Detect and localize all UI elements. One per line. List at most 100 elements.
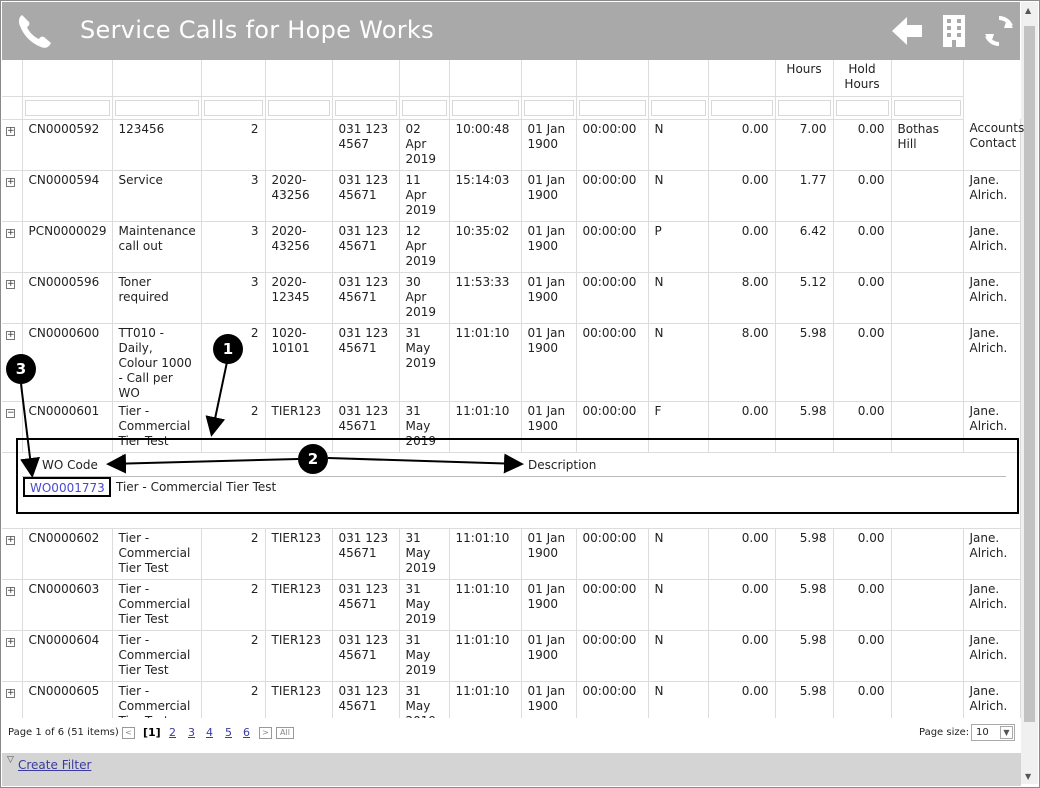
expand-cell[interactable]: +	[2, 170, 23, 222]
cell-site	[891, 272, 964, 324]
expand-icon[interactable]: +	[6, 177, 15, 187]
filter-cell[interactable]	[201, 96, 266, 120]
col-header-date[interactable]	[399, 60, 450, 97]
filter-cell[interactable]	[332, 96, 400, 120]
page-title: Service Calls for Hope Works	[80, 16, 434, 44]
page-size-select[interactable]: 10 ▼	[971, 724, 1015, 741]
filter-input[interactable]	[114, 99, 199, 116]
col-header-status[interactable]	[648, 60, 709, 97]
cell-time2: 00:00:00	[576, 579, 649, 631]
table-row[interactable]: + CN0000596 Toner required 3 2020-12345 031 1…	[2, 272, 1021, 324]
pager-page-4[interactable]: 4	[206, 726, 213, 739]
col-header-time2[interactable]	[576, 60, 649, 97]
collapse-icon[interactable]: −	[6, 408, 15, 418]
expand-icon[interactable]: +	[6, 330, 15, 340]
cell-hold: 0.00	[833, 170, 892, 222]
filter-cell[interactable]	[449, 96, 522, 120]
table-row[interactable]: + CN0000604 Tier - Commercial Tier Test 2 TI…	[2, 630, 1021, 682]
filter-cell[interactable]	[576, 96, 649, 120]
pager-all-button[interactable]: All	[276, 727, 294, 739]
col-header-priority[interactable]	[201, 60, 266, 97]
cell-hold: 0.00	[833, 528, 892, 580]
scroll-thumb[interactable]	[1024, 26, 1035, 722]
pager-page-3[interactable]: 3	[188, 726, 195, 739]
vertical-scrollbar[interactable]: ▲ ▼	[1021, 2, 1038, 784]
filter-cell[interactable]	[265, 96, 333, 120]
filter-cell[interactable]	[891, 96, 964, 120]
scroll-down-icon[interactable]: ▼	[1025, 772, 1031, 781]
pager-prev-button[interactable]: <	[122, 727, 135, 739]
filter-cell[interactable]	[648, 96, 709, 120]
col-header-hours[interactable]: Hours	[775, 60, 834, 97]
expand-icon[interactable]: +	[6, 535, 15, 545]
back-arrow-icon[interactable]	[890, 14, 924, 48]
expand-cell[interactable]: +	[2, 528, 23, 580]
filter-cell[interactable]	[112, 96, 202, 120]
scroll-up-icon[interactable]: ▲	[1025, 6, 1031, 15]
wo-code-link[interactable]: WO0001773	[23, 477, 111, 497]
filter-input[interactable]	[777, 99, 831, 116]
expand-cell[interactable]: +	[2, 119, 23, 171]
expand-cell[interactable]: +	[2, 630, 23, 682]
cell-time2: 00:00:00	[576, 119, 649, 171]
filter-input[interactable]	[401, 99, 447, 116]
expand-icon[interactable]: +	[6, 126, 15, 136]
filter-input[interactable]	[710, 99, 773, 116]
table-row[interactable]: + PCN0000029 Maintenance call out 3 2020-432…	[2, 221, 1021, 273]
table-row[interactable]: + CN0000592 123456 2 031 123 4567 02 Apr 2019…	[2, 119, 1024, 171]
chevron-down-icon[interactable]: ▼	[1000, 726, 1013, 739]
filter-cell[interactable]	[22, 96, 113, 120]
col-header-reference[interactable]	[265, 60, 333, 97]
filter-input[interactable]	[203, 99, 263, 116]
refresh-icon[interactable]	[982, 14, 1016, 48]
filter-input[interactable]	[523, 99, 574, 116]
description-header[interactable]: Description	[528, 458, 596, 472]
filter-cell[interactable]	[399, 96, 450, 120]
filter-cell[interactable]	[708, 96, 776, 120]
filter-input[interactable]	[893, 99, 961, 116]
cell-status: N	[648, 119, 709, 171]
filter-input[interactable]	[650, 99, 706, 116]
filter-input[interactable]	[835, 99, 889, 116]
filter-cell[interactable]	[775, 96, 834, 120]
expand-icon[interactable]: +	[6, 637, 15, 647]
col-header-time[interactable]	[449, 60, 522, 97]
building-icon[interactable]	[938, 14, 972, 48]
table-row[interactable]: + CN0000603 Tier - Commercial Tier Test 2 TI…	[2, 579, 1021, 631]
filter-cell[interactable]	[521, 96, 577, 120]
col-header-phone[interactable]	[332, 60, 400, 97]
wo-code-header[interactable]: WO Code	[42, 458, 98, 472]
filter-cell[interactable]	[833, 96, 892, 120]
expand-icon[interactable]: +	[6, 688, 15, 698]
expand-cell[interactable]: +	[2, 579, 23, 631]
table-row[interactable]: + CN0000602 Tier - Commercial Tier Test 2 TI…	[2, 528, 1021, 580]
col-header-code[interactable]	[22, 60, 113, 97]
cell-pri: 3	[201, 272, 266, 324]
expand-cell[interactable]: +	[2, 221, 23, 273]
cell-desc: Tier - Commercial Tier Test	[112, 630, 202, 682]
pager-page-5[interactable]: 5	[225, 726, 232, 739]
filter-input[interactable]	[451, 99, 519, 116]
filter-input[interactable]	[267, 99, 330, 116]
expand-icon[interactable]: +	[6, 228, 15, 238]
table-row[interactable]: + CN0000600 TT010 - Daily, Colour 1000 - C…	[2, 323, 1021, 402]
filter-row	[2, 96, 1021, 120]
create-filter-link[interactable]: Create Filter	[18, 758, 91, 772]
expand-icon[interactable]: +	[6, 586, 15, 596]
table-row[interactable]: + CN0000594 Service 3 2020-43256 031 123 4567…	[2, 170, 1021, 222]
pager-next-button[interactable]: >	[259, 727, 272, 739]
col-header-hold-hours[interactable]: Hold Hours	[833, 60, 892, 97]
filter-input[interactable]	[578, 99, 646, 116]
filter-input[interactable]	[334, 99, 397, 116]
col-header-site[interactable]	[891, 60, 964, 97]
expand-icon[interactable]: +	[6, 279, 15, 289]
cell-date: 30 Apr 2019	[399, 272, 450, 324]
filter-input[interactable]	[24, 99, 110, 116]
col-header-description[interactable]	[112, 60, 202, 97]
expand-cell[interactable]: +	[2, 272, 23, 324]
cell-site	[891, 170, 964, 222]
pager-page-6[interactable]: 6	[243, 726, 250, 739]
col-header-value[interactable]	[708, 60, 776, 97]
col-header-date2[interactable]	[521, 60, 577, 97]
pager-page-2[interactable]: 2	[169, 726, 176, 739]
